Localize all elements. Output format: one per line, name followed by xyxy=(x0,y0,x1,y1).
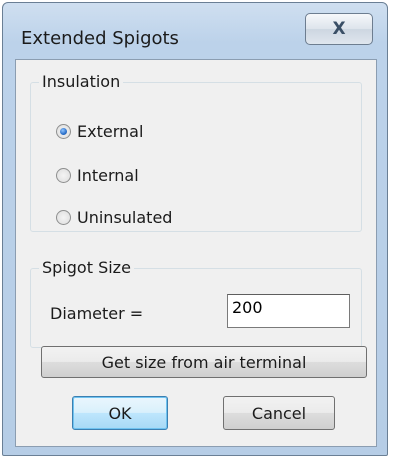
radio-internal-label[interactable]: Internal xyxy=(77,166,139,185)
cancel-button-label: Cancel xyxy=(251,403,307,423)
get-size-from-air-terminal-button[interactable]: Get size from air terminal xyxy=(41,346,367,378)
radio-uninsulated-button[interactable] xyxy=(56,210,71,225)
insulation-legend: Insulation xyxy=(39,72,124,92)
radio-external[interactable]: External xyxy=(56,122,143,141)
dialog-client-area: Insulation External Internal Uninsulated… xyxy=(15,59,377,447)
title-bar[interactable]: Extended Spigots X xyxy=(3,3,387,55)
close-icon: X xyxy=(332,19,346,39)
ok-button[interactable]: OK xyxy=(72,396,168,430)
radio-external-label[interactable]: External xyxy=(77,122,143,141)
get-size-button-label: Get size from air terminal xyxy=(101,352,307,372)
diameter-input[interactable]: 200 xyxy=(227,294,350,328)
radio-uninsulated[interactable]: Uninsulated xyxy=(56,208,172,227)
diameter-label: Diameter = xyxy=(50,304,144,323)
close-button[interactable]: X xyxy=(305,13,373,45)
spigot-size-legend: Spigot Size xyxy=(39,258,134,278)
ok-button-label: OK xyxy=(108,403,132,423)
cancel-button[interactable]: Cancel xyxy=(223,396,335,430)
radio-external-button[interactable] xyxy=(56,124,71,139)
radio-uninsulated-label[interactable]: Uninsulated xyxy=(77,208,172,227)
radio-internal-button[interactable] xyxy=(56,168,71,183)
radio-internal[interactable]: Internal xyxy=(56,166,139,185)
dialog-window: Extended Spigots X Insulation External I… xyxy=(2,2,388,456)
window-title: Extended Spigots xyxy=(21,28,179,49)
